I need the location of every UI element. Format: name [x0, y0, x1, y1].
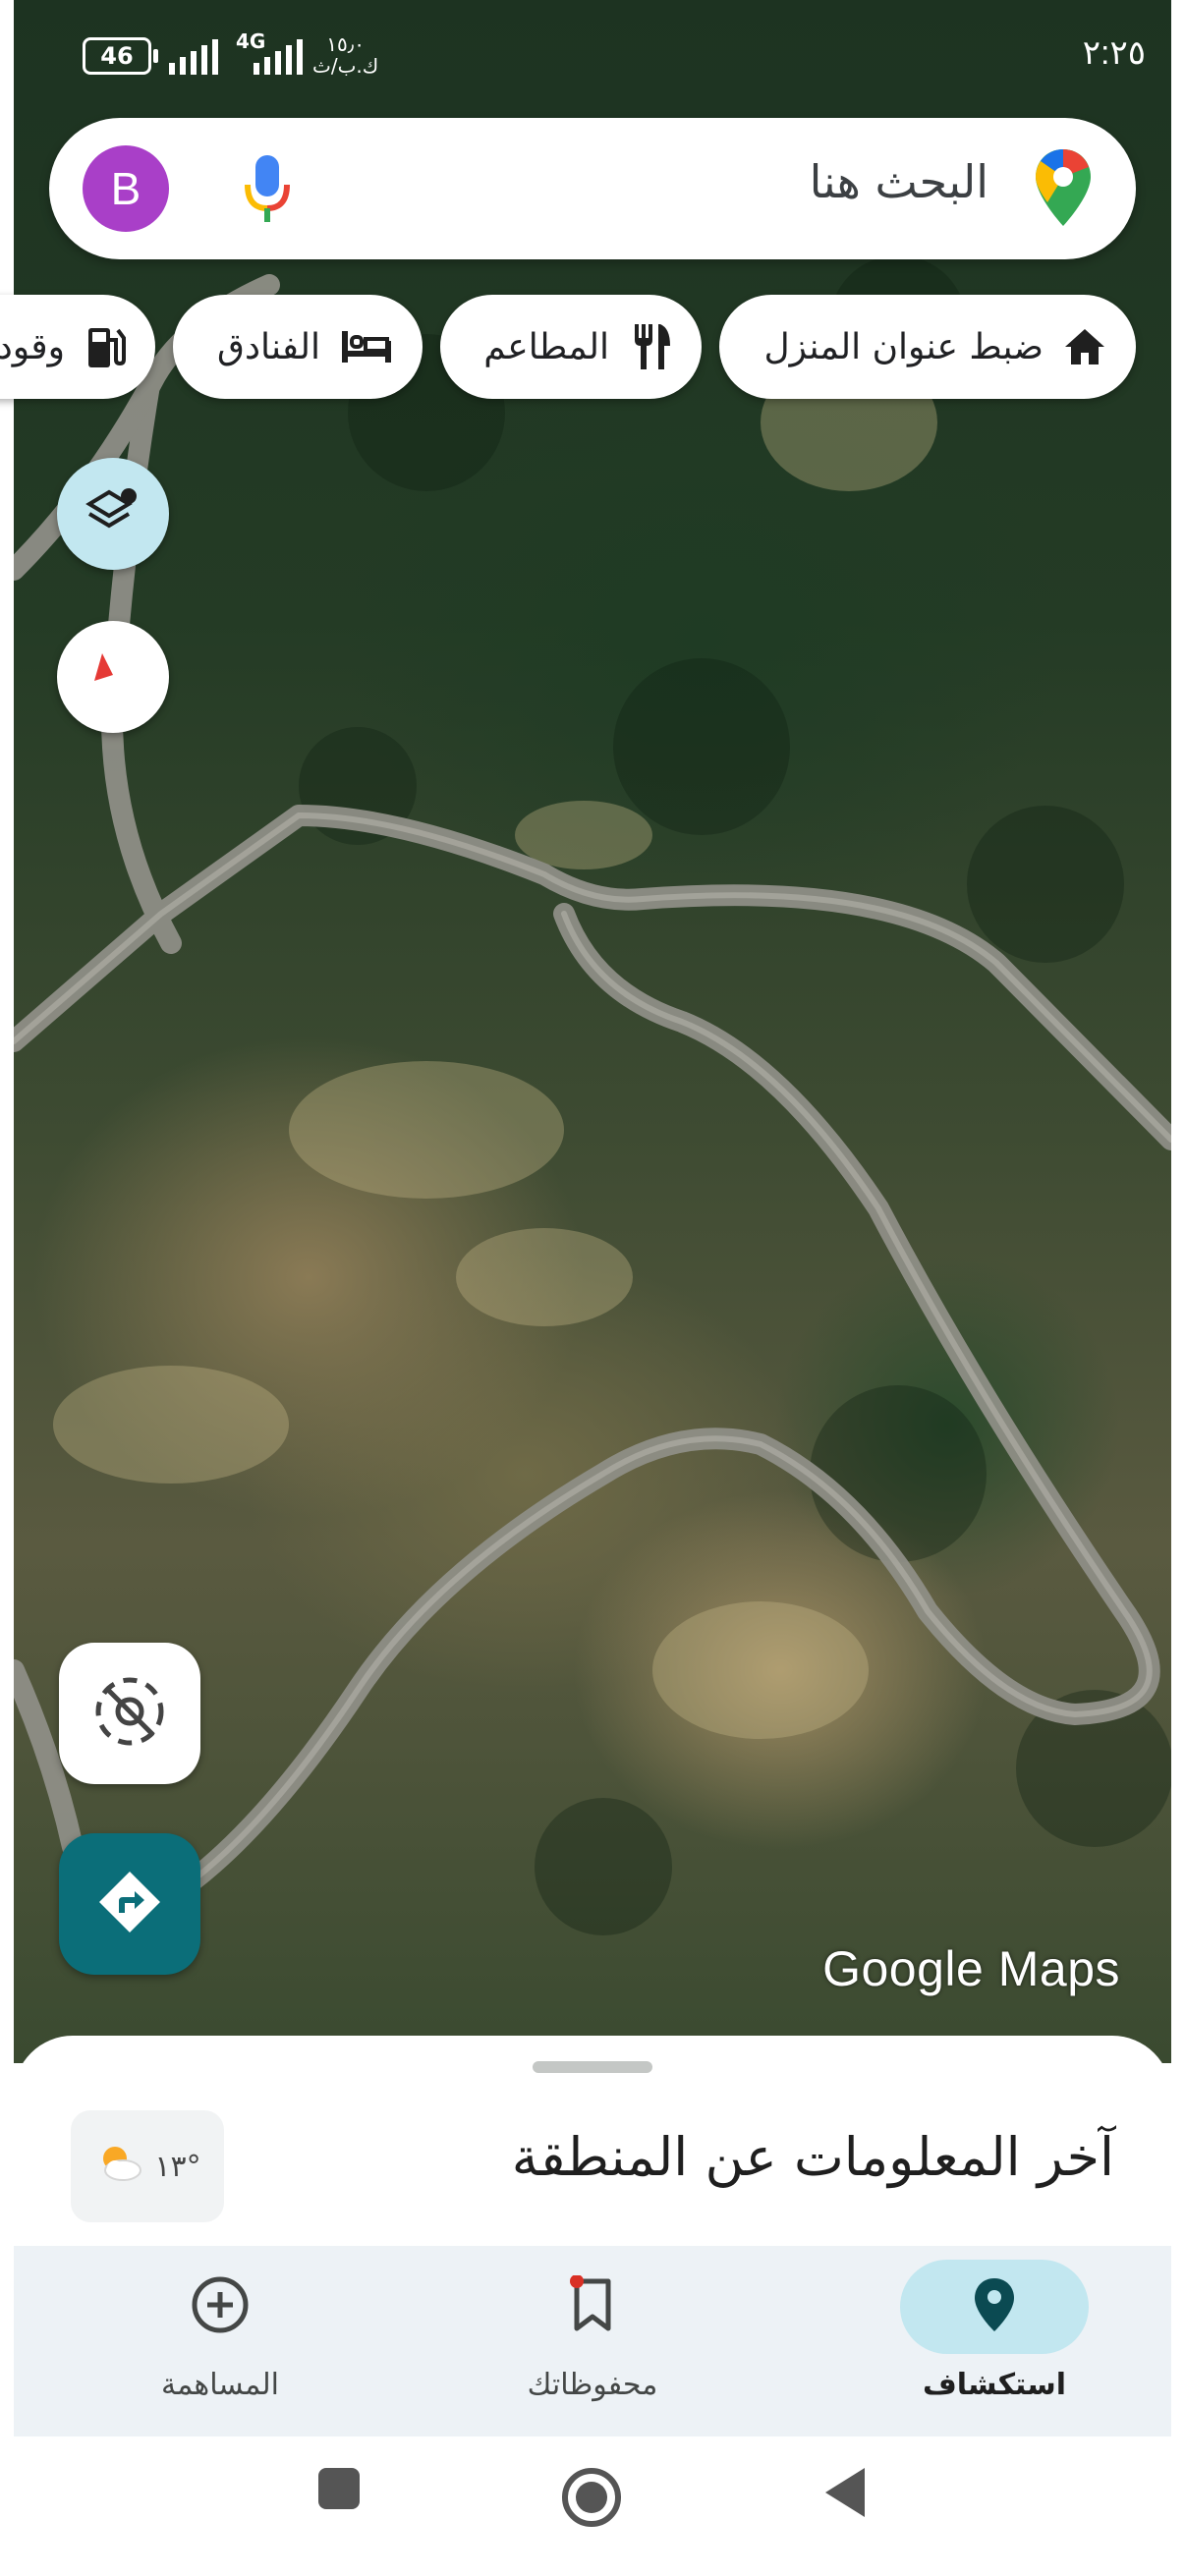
bottom-sheet[interactable]: آخر المعلومات عن المنطقة ١٣° — [14, 2036, 1171, 2252]
back-button[interactable] — [821, 2466, 869, 2523]
tab-saved[interactable]: محفوظاتك — [445, 2246, 740, 2436]
home-icon — [1063, 327, 1106, 366]
chip-gas[interactable]: وقود — [0, 295, 155, 399]
system-navigation-bar — [0, 2436, 1185, 2576]
location-disabled-icon — [88, 1670, 171, 1757]
speed-value: ١٥٫٠ — [326, 32, 365, 56]
account-avatar[interactable]: B — [83, 145, 169, 232]
signal-strength-icon — [169, 35, 218, 75]
chip-hotels[interactable]: الفنادق — [173, 295, 423, 399]
directions-icon — [95, 1868, 164, 1940]
sheet-title: آخر المعلومات عن المنطقة — [511, 2126, 1114, 2188]
weather-chip[interactable]: ١٣° — [71, 2110, 224, 2222]
layers-icon — [85, 484, 141, 543]
speed-unit: ك.ب/ث — [312, 54, 379, 78]
tab-label: استكشاف — [922, 2368, 1067, 2402]
chip-label: ضبط عنوان المنزل — [763, 326, 1044, 367]
tab-explore[interactable]: استكشاف — [847, 2246, 1142, 2436]
tab-indicator — [900, 2260, 1089, 2354]
signal-strength-icon-2 — [254, 35, 303, 75]
compass-button[interactable] — [57, 621, 169, 733]
battery-indicator: 46 — [83, 37, 158, 75]
tab-label: محفوظاتك — [527, 2368, 658, 2402]
explore-pin-icon — [973, 2276, 1016, 2337]
microphone-icon[interactable] — [244, 153, 291, 228]
gas-station-icon — [85, 324, 126, 369]
search-bar[interactable]: B البحث هنا — [49, 118, 1136, 259]
tab-label: المساهمة — [161, 2368, 279, 2402]
chip-label: وقود — [0, 326, 65, 367]
hotel-bed-icon — [340, 329, 393, 364]
bookmark-icon — [569, 2274, 616, 2338]
add-circle-icon — [190, 2274, 251, 2339]
status-bar: 46 4G ١٥٫٠ ك.ب/ث ٢:٢٥ — [0, 0, 1185, 108]
home-button[interactable] — [560, 2466, 623, 2533]
tab-contribute[interactable]: المساهمة — [73, 2246, 367, 2436]
sheet-drag-handle[interactable] — [533, 2061, 652, 2073]
weather-temp: ١٣° — [154, 2149, 201, 2184]
chip-label: المطاعم — [483, 326, 609, 367]
tab-indicator — [126, 2260, 314, 2354]
clock: ٢:٢٥ — [1082, 34, 1146, 72]
bottom-navigation: استكشاف محفوظاتك المساهمة — [14, 2246, 1171, 2436]
my-location-button[interactable] — [59, 1643, 200, 1784]
directions-button[interactable] — [59, 1833, 200, 1975]
compass-icon — [88, 645, 138, 708]
google-maps-logo-icon — [1034, 147, 1093, 232]
chip-label: الفنادق — [217, 326, 320, 367]
search-input[interactable]: البحث هنا — [810, 155, 988, 208]
network-speed: ١٥٫٠ ك.ب/ث — [312, 33, 378, 77]
layers-button[interactable] — [57, 458, 169, 570]
chip-restaurants[interactable]: المطاعم — [440, 295, 702, 399]
partly-cloudy-icon — [93, 2143, 144, 2190]
recents-button[interactable] — [316, 2466, 362, 2515]
google-maps-watermark: Google Maps — [822, 1941, 1120, 1996]
chip-set-home[interactable]: ضبط عنوان المنزل — [719, 295, 1136, 399]
restaurant-icon — [629, 322, 672, 371]
tab-indicator — [498, 2260, 687, 2354]
